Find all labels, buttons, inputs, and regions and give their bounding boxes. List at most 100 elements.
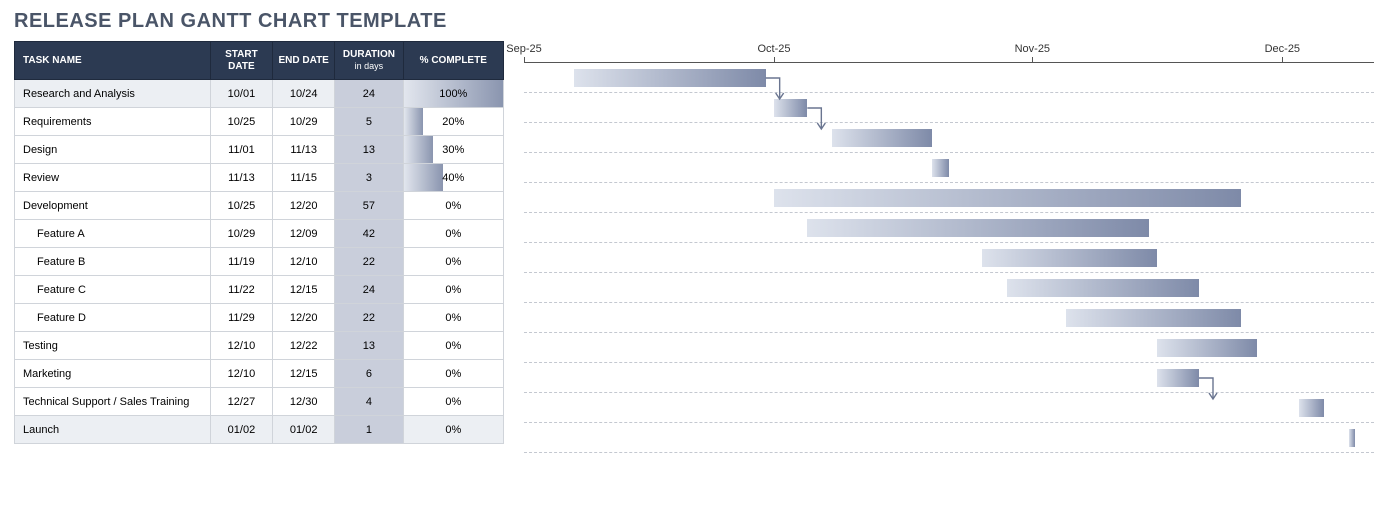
gantt-row — [524, 123, 1374, 153]
cell-name[interactable]: Feature C — [15, 276, 211, 304]
cell-duration[interactable]: 22 — [335, 248, 403, 276]
cell-pct[interactable]: 0% — [403, 304, 503, 332]
table-row: Research and Analysis10/0110/2424100% — [15, 80, 504, 108]
table-row: Feature A10/2912/09420% — [15, 220, 504, 248]
gantt-bar[interactable] — [832, 129, 932, 147]
cell-duration[interactable]: 24 — [335, 80, 403, 108]
cell-end[interactable]: 12/30 — [273, 388, 335, 416]
cell-end[interactable]: 12/09 — [273, 220, 335, 248]
cell-name[interactable]: Feature D — [15, 304, 211, 332]
cell-pct[interactable]: 0% — [403, 220, 503, 248]
cell-pct[interactable]: 20% — [403, 108, 503, 136]
gantt-bar[interactable] — [1349, 429, 1355, 447]
cell-pct[interactable]: 0% — [403, 360, 503, 388]
gantt-row — [524, 213, 1374, 243]
cell-start[interactable]: 12/10 — [210, 332, 272, 360]
cell-start[interactable]: 11/01 — [210, 136, 272, 164]
cell-duration[interactable]: 57 — [335, 192, 403, 220]
cell-start[interactable]: 10/01 — [210, 80, 272, 108]
gantt-row — [524, 423, 1374, 453]
cell-end[interactable]: 11/13 — [273, 136, 335, 164]
cell-start[interactable]: 10/25 — [210, 108, 272, 136]
cell-start[interactable]: 10/25 — [210, 192, 272, 220]
cell-name[interactable]: Design — [15, 136, 211, 164]
cell-pct[interactable]: 0% — [403, 192, 503, 220]
cell-start[interactable]: 12/10 — [210, 360, 272, 388]
col-header-name: TASK NAME — [15, 42, 211, 80]
cell-end[interactable]: 12/10 — [273, 248, 335, 276]
gantt-row — [524, 153, 1374, 183]
gantt-bar[interactable] — [1007, 279, 1199, 297]
cell-duration[interactable]: 4 — [335, 388, 403, 416]
cell-duration[interactable]: 42 — [335, 220, 403, 248]
cell-start[interactable]: 11/29 — [210, 304, 272, 332]
cell-end[interactable]: 11/15 — [273, 164, 335, 192]
gantt-row — [524, 93, 1374, 123]
cell-pct[interactable]: 0% — [403, 388, 503, 416]
cell-start[interactable]: 12/27 — [210, 388, 272, 416]
cell-pct[interactable]: 0% — [403, 248, 503, 276]
gantt-bar[interactable] — [774, 189, 1241, 207]
cell-pct[interactable]: 0% — [403, 416, 503, 444]
cell-duration[interactable]: 3 — [335, 164, 403, 192]
gantt-axis: Sep-25Oct-25Nov-25Dec-25 — [524, 41, 1374, 63]
gantt-chart: Sep-25Oct-25Nov-25Dec-25 — [524, 41, 1374, 453]
gantt-bar[interactable] — [774, 99, 807, 117]
cell-start[interactable]: 01/02 — [210, 416, 272, 444]
cell-end[interactable]: 12/20 — [273, 192, 335, 220]
gantt-row — [524, 333, 1374, 363]
col-header-start: START DATE — [210, 42, 272, 80]
table-row: Review11/1311/15340% — [15, 164, 504, 192]
gantt-bar[interactable] — [932, 159, 949, 177]
cell-duration[interactable]: 1 — [335, 416, 403, 444]
gantt-bar[interactable] — [982, 249, 1157, 267]
cell-end[interactable]: 12/20 — [273, 304, 335, 332]
cell-name[interactable]: Research and Analysis — [15, 80, 211, 108]
cell-end[interactable]: 10/29 — [273, 108, 335, 136]
cell-start[interactable]: 11/22 — [210, 276, 272, 304]
gantt-row — [524, 393, 1374, 423]
cell-duration[interactable]: 6 — [335, 360, 403, 388]
cell-name[interactable]: Review — [15, 164, 211, 192]
cell-start[interactable]: 11/13 — [210, 164, 272, 192]
cell-name[interactable]: Feature B — [15, 248, 211, 276]
cell-end[interactable]: 12/22 — [273, 332, 335, 360]
cell-name[interactable]: Marketing — [15, 360, 211, 388]
cell-name[interactable]: Testing — [15, 332, 211, 360]
cell-name[interactable]: Launch — [15, 416, 211, 444]
table-row: Feature D11/2912/20220% — [15, 304, 504, 332]
table-row: Development10/2512/20570% — [15, 192, 504, 220]
cell-name[interactable]: Development — [15, 192, 211, 220]
cell-end[interactable]: 10/24 — [273, 80, 335, 108]
cell-duration[interactable]: 24 — [335, 276, 403, 304]
axis-label: Dec-25 — [1265, 43, 1300, 55]
cell-duration[interactable]: 13 — [335, 136, 403, 164]
gantt-bar[interactable] — [574, 69, 766, 87]
gantt-bar[interactable] — [1066, 309, 1241, 327]
cell-pct[interactable]: 0% — [403, 332, 503, 360]
cell-name[interactable]: Technical Support / Sales Training — [15, 388, 211, 416]
cell-name[interactable]: Requirements — [15, 108, 211, 136]
cell-duration[interactable]: 13 — [335, 332, 403, 360]
cell-pct[interactable]: 0% — [403, 276, 503, 304]
gantt-bar[interactable] — [1157, 369, 1199, 387]
cell-name[interactable]: Feature A — [15, 220, 211, 248]
col-header-end: END DATE — [273, 42, 335, 80]
cell-pct[interactable]: 30% — [403, 136, 503, 164]
col-header-duration: DURATIONin days — [335, 42, 403, 80]
cell-duration[interactable]: 5 — [335, 108, 403, 136]
table-row: Requirements10/2510/29520% — [15, 108, 504, 136]
table-row: Feature B11/1912/10220% — [15, 248, 504, 276]
cell-duration[interactable]: 22 — [335, 304, 403, 332]
cell-end[interactable]: 01/02 — [273, 416, 335, 444]
gantt-bar[interactable] — [1157, 339, 1257, 357]
cell-end[interactable]: 12/15 — [273, 276, 335, 304]
cell-start[interactable]: 11/19 — [210, 248, 272, 276]
cell-pct[interactable]: 40% — [403, 164, 503, 192]
gantt-bar[interactable] — [1299, 399, 1324, 417]
cell-pct[interactable]: 100% — [403, 80, 503, 108]
axis-label: Sep-25 — [506, 43, 541, 55]
cell-start[interactable]: 10/29 — [210, 220, 272, 248]
gantt-bar[interactable] — [807, 219, 1149, 237]
cell-end[interactable]: 12/15 — [273, 360, 335, 388]
